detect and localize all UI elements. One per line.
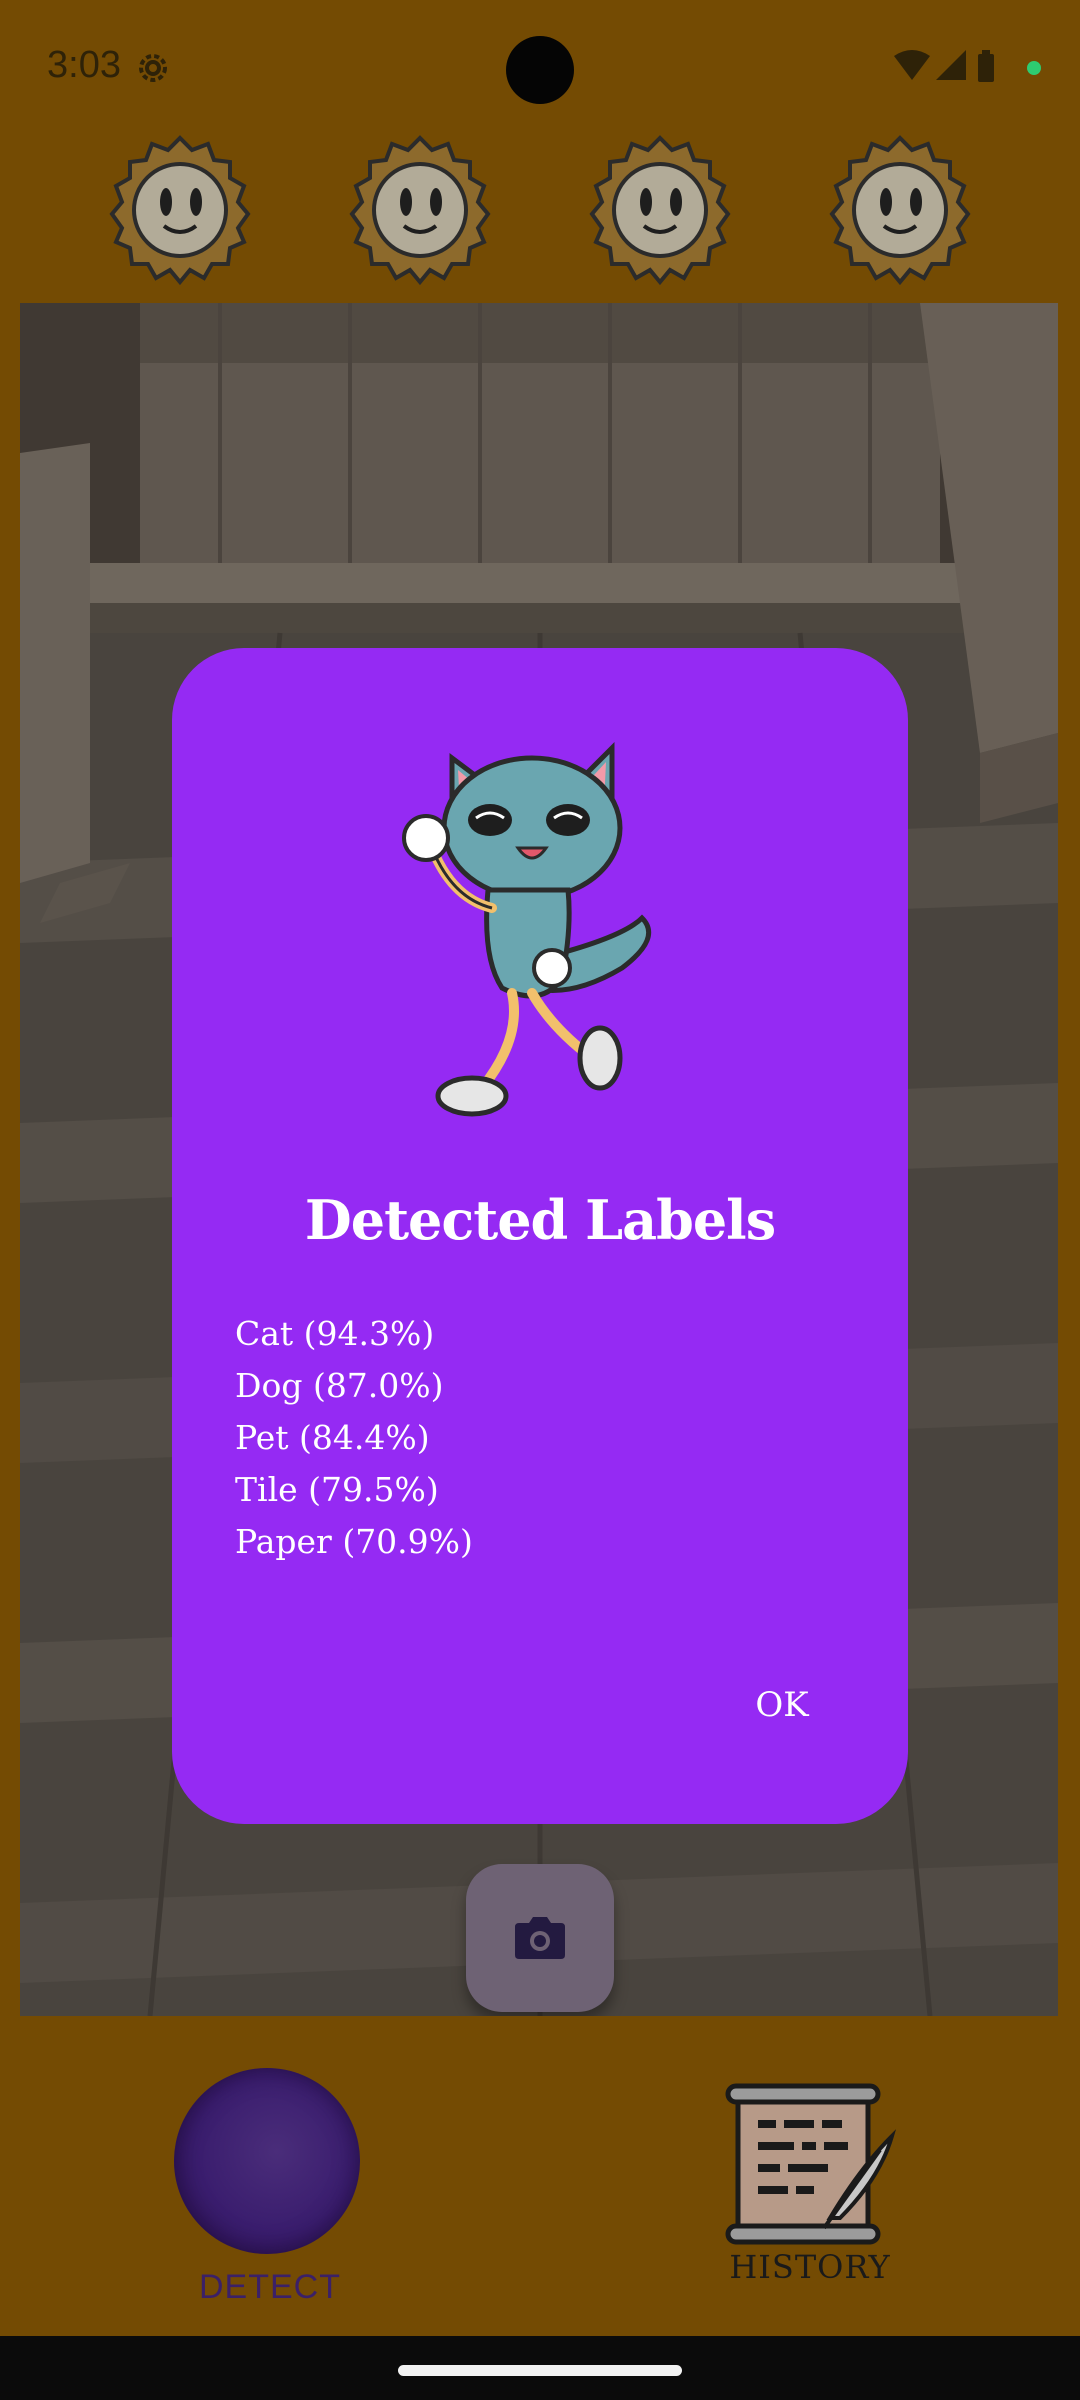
label-list: Cat (94.3%) Dog (87.0%) Pet (84.4%) Tile… [235, 1308, 835, 1568]
label-item: Dog (87.0%) [235, 1366, 444, 1405]
detected-labels-dialog: Detected Labels Cat (94.3%) Dog (87.0%) … [172, 648, 908, 1824]
label-item: Cat (94.3%) [235, 1314, 435, 1353]
ok-button[interactable]: OK [712, 1668, 852, 1742]
label-item: Pet (84.4%) [235, 1418, 430, 1457]
label-item: Tile (79.5%) [235, 1470, 439, 1509]
label-item: Paper (70.9%) [235, 1522, 473, 1561]
dancing-cat-icon [402, 741, 652, 1117]
dialog-title: Detected Labels [304, 1188, 776, 1252]
